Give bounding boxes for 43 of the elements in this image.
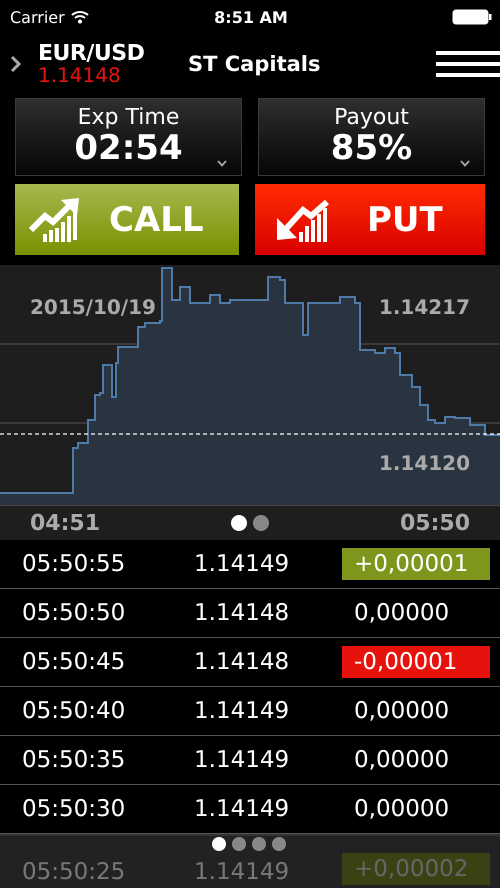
- chevron-right-icon[interactable]: [10, 55, 22, 73]
- tick-price: 1.14149: [193, 859, 290, 885]
- tick-price: 1.14149: [193, 747, 290, 773]
- tick-time: 05:50:25: [21, 859, 126, 885]
- tick-price: 1.14149: [193, 698, 290, 724]
- current-price: 1.14148: [38, 65, 122, 85]
- price-change: 0,00000: [353, 746, 450, 775]
- page-dot[interactable]: [231, 515, 247, 531]
- start-time: 04:51: [30, 510, 100, 536]
- tick-time: 05:50:35: [21, 747, 126, 773]
- price-change: +0,00001: [342, 548, 490, 580]
- tick-time: 05:50:55: [21, 551, 126, 577]
- caret-icon: [217, 160, 227, 167]
- tick-price: 1.14148: [193, 600, 290, 626]
- chart-date: 2015/10/19: [30, 295, 156, 319]
- price-change: 0,00000: [353, 795, 450, 824]
- tick-time: 05:50:50: [21, 600, 126, 626]
- tick-price: 1.14149: [193, 796, 290, 822]
- currency-pair[interactable]: EUR/USD: [38, 43, 178, 65]
- price-change: +0,00002: [342, 853, 490, 885]
- price-change: -0,00001: [342, 646, 490, 678]
- carrier-label: Carrier: [10, 8, 65, 26]
- clock-time: 8:51 AM: [214, 8, 288, 26]
- tick-time: 05:50:40: [21, 698, 126, 724]
- price-change: 0,00000: [353, 697, 450, 726]
- tick-time: 05:50:45: [21, 649, 126, 675]
- page-dot[interactable]: [253, 515, 269, 531]
- end-time: 05:50: [400, 510, 470, 536]
- battery-icon: [452, 9, 492, 25]
- menu-icon[interactable]: [436, 51, 500, 77]
- put-button[interactable]: PUT: [255, 184, 485, 255]
- caret-icon: [460, 160, 470, 167]
- falling-chart-icon: [275, 198, 331, 242]
- price-level-label: 1.14217: [378, 295, 470, 319]
- app-title: ST Capitals: [188, 52, 322, 76]
- tick-price: 1.14148: [193, 649, 290, 675]
- price-level-label: 1.14120: [378, 451, 470, 475]
- wifi-icon: [70, 10, 89, 24]
- option-selector[interactable]: Payout 85%: [258, 98, 485, 176]
- tick-time: 05:50:30: [21, 796, 126, 822]
- option-selector[interactable]: Exp Time 02:54: [15, 98, 242, 176]
- price-change: 0,00000: [353, 599, 450, 628]
- tick-price: 1.14149: [193, 551, 290, 577]
